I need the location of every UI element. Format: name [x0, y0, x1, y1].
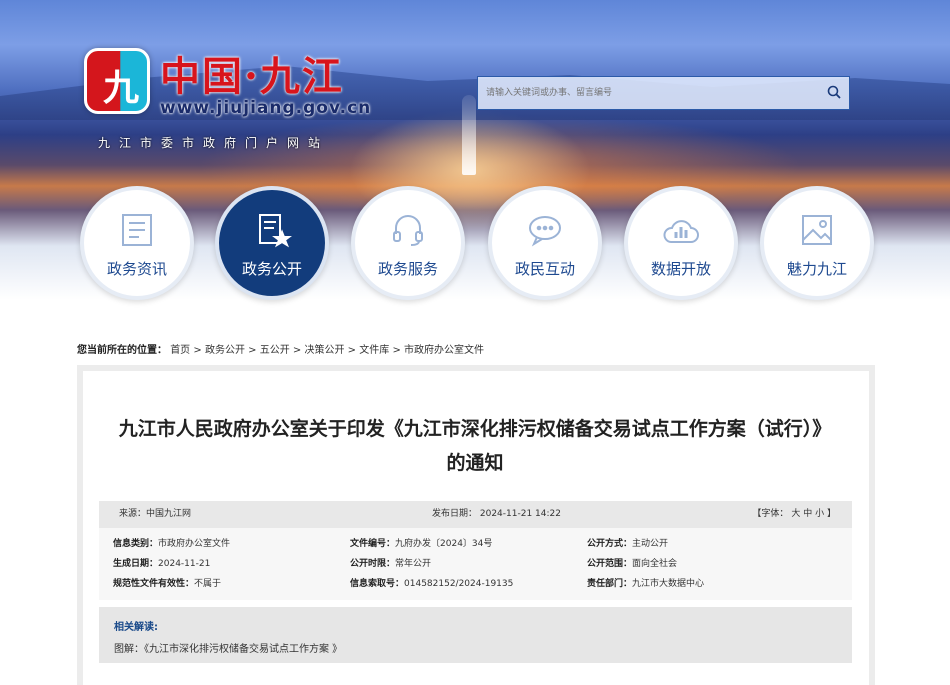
nav-meili-jiujiang[interactable]: 魅力九江 — [760, 186, 874, 300]
site-logo-title[interactable]: 中国·九江 — [160, 44, 344, 102]
breadcrumb-sep: > — [347, 345, 357, 356]
info-item: 信息类别：市政府办公室文件 — [113, 539, 231, 549]
breadcrumb-sep: > — [193, 345, 202, 356]
nav-zhengmin-hudong[interactable]: 政民互动 — [488, 186, 602, 300]
breadcrumb-item[interactable]: 五公开 — [260, 345, 290, 356]
nav-label: 政民互动 — [514, 260, 575, 278]
nav-label: 政务公开 — [241, 260, 302, 278]
info-item: 公开时限：常年公开 — [350, 559, 432, 569]
breadcrumb-item[interactable]: 政务公开 — [205, 345, 245, 356]
fountain-decoration — [462, 95, 476, 175]
info-item: 生成日期：2024-11-21 — [113, 559, 211, 569]
cloud-chart-icon — [663, 220, 699, 243]
article-info-table: 信息类别：市政府办公室文件 文件编号：九府办发〔2024〕34号 公开方式：主动… — [99, 528, 852, 600]
info-item: 公开范围：面向全社会 — [587, 559, 678, 569]
chat-icon — [529, 216, 561, 247]
article-publish-date: 发布日期： 2024-11-21 14:22 — [432, 509, 561, 519]
breadcrumb-sep: > — [392, 345, 401, 356]
related-reading: 相关解读: 图解：《九江市深化排污权储备交易试点工作方案 》 — [99, 607, 852, 663]
nav-shuju-kaifang[interactable]: 数据开放 — [624, 186, 738, 300]
headset-icon — [393, 215, 423, 246]
font-size-bracket: 】 — [826, 509, 836, 519]
nav-zhengwu-zixun[interactable]: 政务资讯 — [80, 186, 194, 300]
article-meta-bar: 来源：中国九江网 发布日期： 2024-11-21 14:22 【字体： 大 中… — [99, 501, 852, 528]
nav-zhengwu-gongkai[interactable]: 政务公开 — [215, 186, 329, 300]
nav-label: 魅力九江 — [786, 260, 847, 278]
search-box — [477, 76, 850, 110]
breadcrumb-item[interactable]: 决策公开 — [304, 345, 344, 356]
breadcrumb-sep: > — [248, 345, 257, 356]
breadcrumb-label: 您当前所在的位置： — [77, 345, 167, 356]
breadcrumb-sep: > — [292, 345, 302, 356]
nav-label: 政务资讯 — [106, 260, 167, 278]
font-small-button[interactable]: 小 — [815, 509, 824, 519]
font-size-label: 【字体： — [752, 509, 789, 519]
related-link[interactable]: 《九江市深化排污权储备交易试点工作方案 》 — [144, 644, 342, 655]
nav-zhengwu-fuwu[interactable]: 政务服务 — [351, 186, 465, 300]
breadcrumb: 您当前所在的位置： 首页 > 政务公开 > 五公开 > 决策公开 > 文件库 >… — [77, 341, 484, 356]
breadcrumb-item[interactable]: 文件库 — [359, 345, 389, 356]
document-star-icon — [259, 214, 292, 248]
info-item: 公开方式：主动公开 — [587, 539, 669, 549]
info-item: 文件编号：九府办发〔2024〕34号 — [350, 539, 493, 549]
newspaper-icon — [122, 214, 152, 246]
font-size-controls: 【字体： 大 中 小 】 — [752, 501, 836, 528]
article-title: 九江市人民政府办公室关于印发《九江市深化排污权储备交易试点工作方案（试行）》的通… — [118, 418, 832, 474]
info-item: 责任部门：九江市大数据中心 — [587, 579, 705, 589]
breadcrumb-home[interactable]: 首页 — [170, 345, 190, 356]
search-input[interactable] — [478, 77, 808, 109]
article-source: 来源：中国九江网 — [119, 509, 192, 519]
related-heading: 相关解读: — [114, 622, 158, 633]
site-subtitle: 九江市委市政府门户网站 — [98, 136, 330, 150]
image-icon — [802, 215, 832, 245]
nav-label: 政务服务 — [377, 260, 438, 278]
breadcrumb-item[interactable]: 市政府办公室文件 — [404, 345, 484, 356]
nav-label: 数据开放 — [650, 260, 711, 278]
site-logo-url: www.jiujiang.gov.cn — [160, 98, 372, 118]
search-icon[interactable] — [827, 85, 841, 99]
font-large-button[interactable]: 大 — [791, 509, 800, 519]
info-item: 信息索取号：014582152/2024-19135 — [350, 579, 514, 589]
info-item: 规范性文件有效性：不属于 — [113, 579, 222, 589]
related-prefix: 图解： — [114, 644, 144, 655]
site-logo-icon[interactable]: 九 — [84, 48, 150, 114]
font-medium-button[interactable]: 中 — [803, 509, 812, 519]
